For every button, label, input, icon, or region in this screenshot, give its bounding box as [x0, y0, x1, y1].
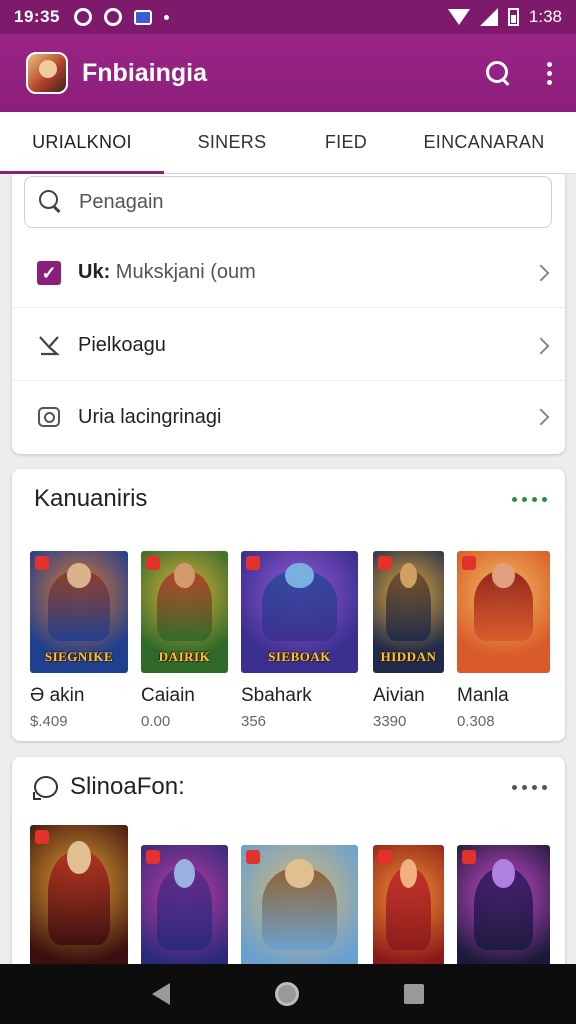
section-card-1: Kanuaniris SIEGNIKE Ə akin $.409 DAIRIK Caia… [12, 469, 565, 741]
tab-bar: URIALKNOI SINERS FIED EINCANARAN [0, 112, 576, 174]
menu-item-0-prefix: Uk: [78, 261, 111, 283]
battery-icon [507, 8, 519, 26]
search-icon[interactable] [485, 60, 511, 86]
notification-icon [73, 8, 92, 26]
tab-2[interactable]: FIED [300, 112, 392, 174]
more-vert-icon[interactable] [541, 61, 558, 85]
section-card-2: SlinoaFon: SIEDAJNKZIAEGNIUSDEIFAARSHABR… [12, 757, 565, 987]
game-title: Manla [457, 685, 509, 706]
game-title: Ə akin [30, 685, 85, 706]
game-price: $.409 [30, 713, 68, 730]
search-placeholder: Penagain [79, 190, 164, 213]
camera-icon [36, 404, 62, 430]
game-price: 0.00 [141, 713, 171, 730]
chat-bubble-icon [33, 776, 58, 800]
notification-icon [103, 8, 122, 26]
game-tile[interactable]: Manla 0.308 [457, 551, 550, 741]
app-bar: Fnbiaingia [0, 34, 576, 112]
game-tile[interactable]: SIEDAJNK [30, 825, 128, 987]
more-horiz-icon[interactable] [512, 497, 547, 502]
back-icon[interactable] [152, 983, 171, 1005]
game-cover-image: SIEBOAK [241, 551, 358, 673]
section-title: Kanuaniris [34, 485, 148, 512]
battery-text: 1:38 [528, 7, 562, 26]
hanger-icon [36, 333, 62, 359]
game-title: Sbahark [241, 685, 312, 706]
section-title: SlinoaFon: [70, 773, 185, 800]
cover-title: SIEBOAK [268, 649, 331, 664]
game-tile[interactable]: SIEGNIKE Ə akin $.409 [30, 551, 128, 741]
game-title: Caiain [141, 685, 195, 706]
status-time: 19:35 [14, 7, 60, 26]
home-icon[interactable] [274, 982, 299, 1006]
checkbox-icon: ✓ [36, 260, 62, 286]
cover-title: HIDDAN [380, 649, 437, 664]
chevron-right-icon [532, 264, 550, 281]
menu-item-0[interactable]: ✓ Uk: Mukskjani (oum [12, 238, 565, 308]
game-cover-image: SIEDAJNK [30, 825, 128, 987]
chevron-right-icon [532, 337, 550, 354]
search-icon [39, 190, 63, 214]
game-cover-image: SIEGNIKE [30, 551, 128, 673]
tab-0[interactable]: URIALKNOI [0, 112, 164, 174]
game-price: 3390 [373, 713, 407, 730]
tab-3[interactable]: EINCANARAN [392, 112, 576, 174]
menu-item-2-label: Uria lacingrinagi [78, 405, 222, 428]
system-icons: 1:38 [447, 7, 562, 27]
menu-item-0-label: Mukskjani (oum [115, 261, 256, 283]
navigation-bar [0, 964, 576, 1024]
recents-icon[interactable] [403, 984, 424, 1004]
game-price: 356 [241, 713, 267, 730]
menu-card: Penagain ✓ Uk: Mukskjani (oum Pielkoagu … [12, 174, 565, 454]
game-tile[interactable]: DAIRIK Caiain 0.00 [141, 551, 228, 741]
more-horiz-icon[interactable] [512, 785, 547, 790]
notification-icon [133, 9, 152, 25]
search-input[interactable]: Penagain [24, 176, 552, 228]
cover-title: DAIRIK [158, 649, 211, 664]
menu-item-1[interactable]: Pielkoagu [12, 311, 565, 381]
game-tile[interactable]: SIEBOAK Sbahark 356 [241, 551, 358, 741]
tab-1[interactable]: SINERS [164, 112, 300, 174]
cover-title: SIEGNIKE [44, 649, 114, 664]
game-cover-image: HIDDAN [373, 551, 444, 673]
game-cover-image: DAIRIK [141, 551, 228, 673]
signal-icon [479, 8, 498, 26]
app-title: Fnbiaingia [82, 58, 207, 87]
dot-icon [163, 14, 169, 20]
game-price: 0.308 [457, 713, 495, 730]
game-cover-image [457, 551, 550, 673]
menu-item-2[interactable]: Uria lacingrinagi [12, 382, 565, 452]
game-tile[interactable]: HIDDAN Aivian 3390 [373, 551, 444, 741]
app-logo-icon [26, 52, 68, 94]
notification-icons [73, 8, 169, 26]
chevron-right-icon [532, 408, 550, 426]
menu-item-1-label: Pielkoagu [78, 334, 166, 356]
game-title: Aivian [373, 685, 425, 706]
status-bar: 19:35 1:38 [0, 0, 576, 34]
wifi-icon [447, 9, 470, 25]
